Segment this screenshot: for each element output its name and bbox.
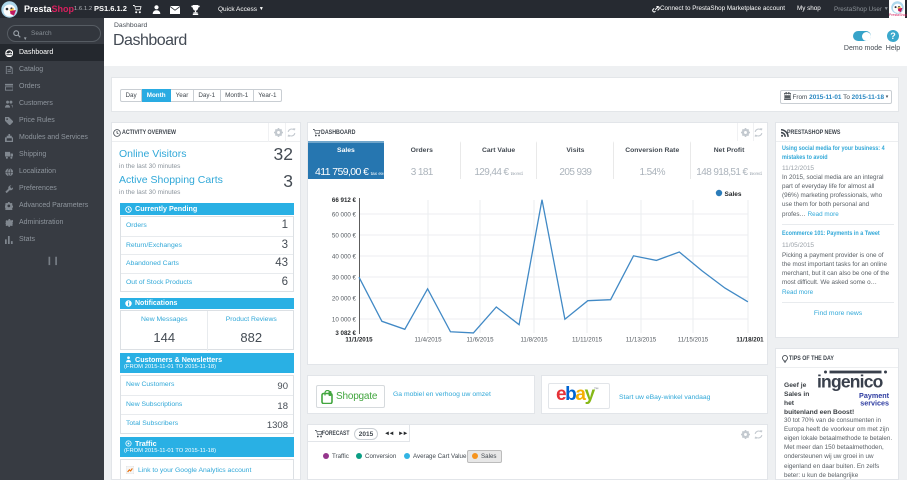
svg-text:11/15/2015: 11/15/2015 xyxy=(678,337,709,344)
svg-text:11/8/2015: 11/8/2015 xyxy=(520,337,548,344)
svg-text:30 000 €: 30 000 € xyxy=(332,275,357,282)
svg-text:40 000 €: 40 000 € xyxy=(332,254,357,261)
svg-text:11/6/2015: 11/6/2015 xyxy=(466,337,494,344)
svg-text:20 000 €: 20 000 € xyxy=(332,296,357,303)
svg-text:11/1/2015: 11/1/2015 xyxy=(345,337,373,344)
svg-text:11/18/201: 11/18/201 xyxy=(736,337,764,344)
svg-text:60 000 €: 60 000 € xyxy=(332,212,357,219)
svg-text:10 000 €: 10 000 € xyxy=(332,317,357,324)
svg-text:11/13/2015: 11/13/2015 xyxy=(626,337,657,344)
svg-text:11/4/2015: 11/4/2015 xyxy=(414,337,442,344)
svg-text:11/11/2015: 11/11/2015 xyxy=(572,337,603,344)
svg-text:Sales: Sales xyxy=(725,191,742,198)
svg-text:50 000 €: 50 000 € xyxy=(332,233,357,240)
svg-text:66 912 €: 66 912 € xyxy=(332,197,357,204)
